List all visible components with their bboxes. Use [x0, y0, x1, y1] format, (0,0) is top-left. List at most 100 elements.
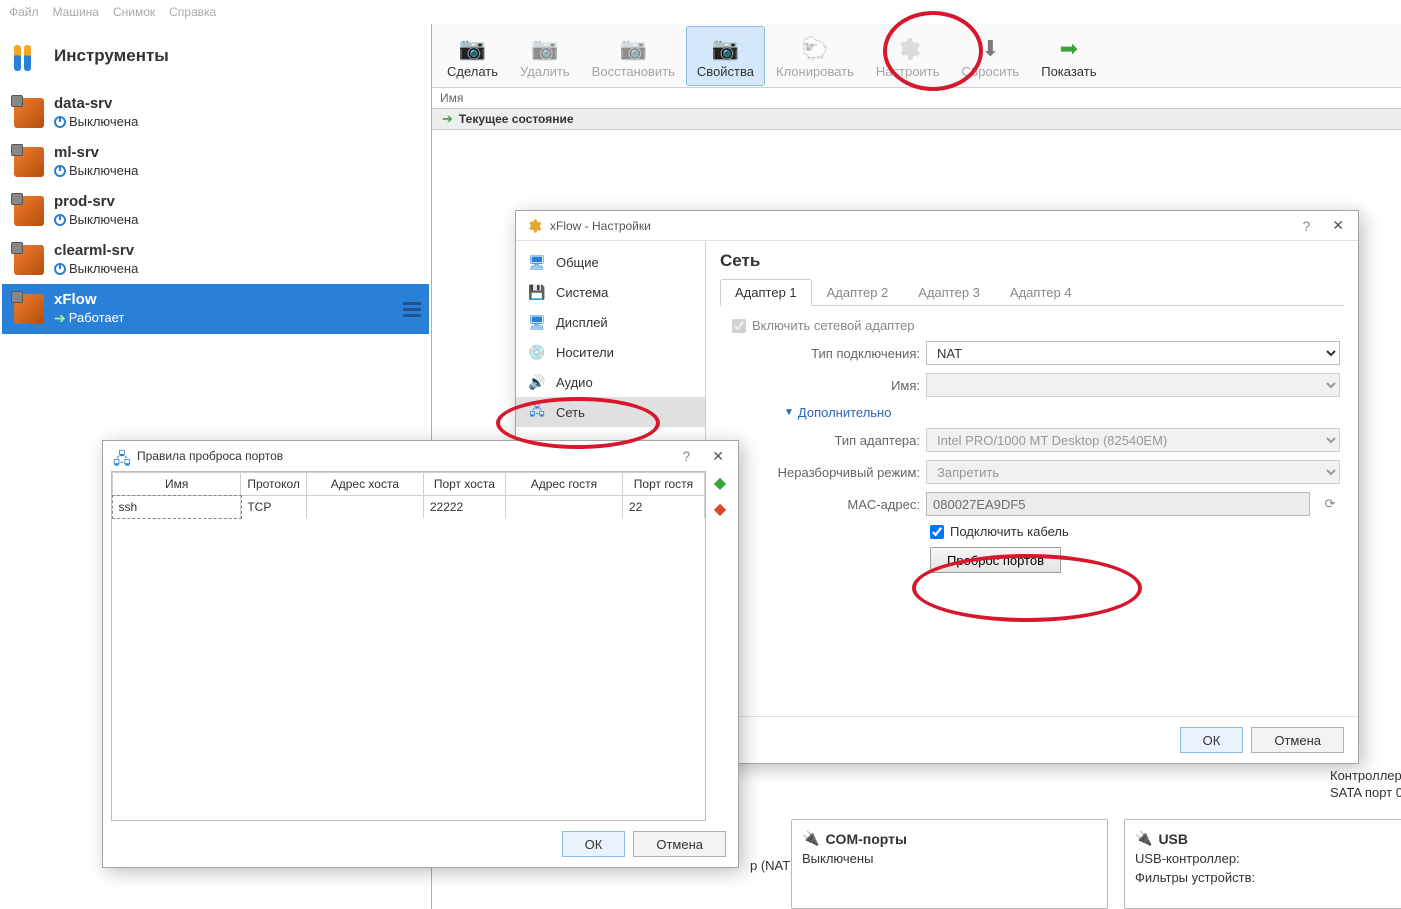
properties-button[interactable]: 📷 Свойства	[686, 26, 765, 86]
toolbar-label: Удалить	[520, 64, 570, 79]
port-forwarding-footer: ОК Отмена	[103, 821, 738, 867]
speaker-icon: 🔊	[528, 373, 546, 391]
vm-item-data-srv[interactable]: data-srv Выключена	[2, 88, 429, 137]
take-snapshot-button[interactable]: 📷 Сделать	[436, 26, 509, 86]
menu-machine[interactable]: Машина	[53, 5, 99, 19]
clone-button[interactable]: 🐑 Клонировать	[765, 26, 865, 86]
menu-file[interactable]: Файл	[9, 5, 39, 19]
menu-bar: Файл Машина Снимок Справка	[0, 0, 1401, 24]
vm-state: Выключена	[69, 114, 138, 130]
vm-state: Работает	[69, 310, 125, 326]
port-forwarding-button[interactable]: Проброс портов	[930, 547, 1061, 573]
running-icon: ➔	[54, 310, 66, 328]
chevron-down-icon: ▼	[784, 407, 794, 418]
toolbar-label: Настроить	[876, 64, 940, 79]
help-button[interactable]: ?	[672, 448, 700, 464]
bg-storage-snippet2: Контроллер: SATA SATA порт 0:	[1330, 768, 1401, 802]
sidebar-header: Инструменты	[0, 24, 431, 88]
monitor-icon: 🖥	[528, 253, 546, 271]
nav-general[interactable]: 🖥Общие	[516, 247, 705, 277]
vm-icon	[14, 98, 44, 128]
delete-snapshot-button[interactable]: 📷 Удалить	[509, 26, 581, 86]
arrow-right-icon: ➔	[442, 111, 453, 127]
gear-icon	[894, 35, 922, 63]
settings-dialog-titlebar[interactable]: xFlow - Настройки ? ✕	[516, 211, 1358, 241]
th-guest-port[interactable]: Порт гостя	[622, 473, 704, 496]
settings-ok-button[interactable]: ОК	[1180, 727, 1244, 753]
settings-cancel-button[interactable]: Отмена	[1251, 727, 1344, 753]
current-state-label: Текущее состояние	[459, 112, 574, 126]
restore-snapshot-button[interactable]: 📷 Восстановить	[581, 26, 686, 86]
power-off-icon	[54, 214, 66, 226]
th-name[interactable]: Имя	[113, 473, 241, 496]
vm-item-prod-srv[interactable]: prod-srv Выключена	[2, 186, 429, 235]
network-icon: 🖧	[113, 448, 129, 464]
pf-cancel-button[interactable]: Отмена	[633, 831, 726, 857]
port-forwarding-table: Имя Протокол Адрес хоста Порт хоста Адре…	[111, 471, 706, 821]
vm-item-ml-srv[interactable]: ml-srv Выключена	[2, 137, 429, 186]
cell-host-port[interactable]: 22222	[423, 496, 505, 519]
nav-audio[interactable]: 🔊Аудио	[516, 367, 705, 397]
promiscuous-select[interactable]: Запретить	[926, 460, 1340, 484]
close-button[interactable]: ✕	[708, 448, 728, 465]
tab-adapter-2[interactable]: Адаптер 2	[812, 279, 904, 306]
port-forwarding-titlebar[interactable]: 🖧 Правила проброса портов ? ✕	[103, 441, 738, 471]
vm-icon	[14, 294, 44, 324]
name-select[interactable]	[926, 373, 1340, 397]
tab-adapter-1[interactable]: Адаптер 1	[720, 279, 812, 306]
attached-select[interactable]: NAT	[926, 341, 1340, 365]
toolbar: 📷 Сделать 📷 Удалить 📷 Восстановить 📷 Сво…	[432, 24, 1401, 88]
settings-toolbar-button[interactable]: Настроить	[865, 26, 951, 86]
th-host-ip[interactable]: Адрес хоста	[306, 473, 423, 496]
sidebar-title: Инструменты	[54, 46, 169, 66]
toolbar-label: Свойства	[697, 64, 754, 79]
vm-item-clearml-srv[interactable]: clearml-srv Выключена	[2, 235, 429, 284]
help-button[interactable]: ?	[1292, 218, 1320, 234]
menu-snapshot[interactable]: Снимок	[113, 5, 155, 19]
enable-adapter-label: Включить сетевой адаптер	[752, 318, 914, 333]
vm-list: data-srv Выключена ml-srv Выключена prod…	[0, 88, 431, 334]
menu-help[interactable]: Справка	[169, 5, 216, 19]
vm-icon	[14, 147, 44, 177]
remove-rule-button[interactable]: ◆	[710, 499, 730, 519]
table-row[interactable]: ssh TCP 22222 22	[113, 496, 705, 519]
card-title: COM-порты	[825, 831, 907, 847]
close-button[interactable]: ✕	[1328, 217, 1348, 234]
cell-proto[interactable]: TCP	[241, 496, 307, 519]
disk-icon: 💿	[528, 343, 546, 361]
discard-button[interactable]: ⬇ Сбросить	[950, 26, 1030, 86]
vm-state: Выключена	[69, 212, 138, 228]
power-off-icon	[54, 263, 66, 275]
enable-adapter-checkbox[interactable]	[732, 319, 746, 333]
cable-checkbox[interactable]	[930, 525, 944, 539]
add-rule-button[interactable]: ◆	[710, 473, 730, 493]
pf-ok-button[interactable]: ОК	[562, 831, 626, 857]
refresh-mac-button[interactable]: ⟳	[1320, 494, 1340, 514]
th-guest-ip[interactable]: Адрес гостя	[505, 473, 622, 496]
cell-guest-port[interactable]: 22	[622, 496, 704, 519]
nav-system[interactable]: 💾Система	[516, 277, 705, 307]
nav-storage[interactable]: 💿Носители	[516, 337, 705, 367]
show-button[interactable]: ➡ Показать	[1030, 26, 1107, 86]
advanced-label: Дополнительно	[798, 405, 892, 420]
cell-guest-ip[interactable]	[505, 496, 622, 519]
cell-host-ip[interactable]	[306, 496, 423, 519]
th-host-port[interactable]: Порт хоста	[423, 473, 505, 496]
tab-adapter-3[interactable]: Адаптер 3	[903, 279, 995, 306]
advanced-toggle[interactable]: ▼ Дополнительно	[724, 405, 1340, 420]
toolbar-label: Сделать	[447, 64, 498, 79]
nav-display[interactable]: 🖥Дисплей	[516, 307, 705, 337]
vm-state: Выключена	[69, 261, 138, 277]
vm-item-xflow[interactable]: xFlow ➔Работает	[2, 284, 429, 334]
nav-network[interactable]: 🖧Сеть	[516, 397, 705, 427]
vm-context-menu-button[interactable]	[401, 298, 423, 320]
vm-name: prod-srv	[54, 193, 138, 212]
mac-input[interactable]	[926, 492, 1310, 516]
vm-name: xFlow	[54, 291, 124, 310]
th-proto[interactable]: Протокол	[241, 473, 307, 496]
arrow-down-icon: ⬇	[976, 35, 1004, 63]
tab-adapter-4[interactable]: Адаптер 4	[995, 279, 1087, 306]
current-state-row[interactable]: ➔ Текущее состояние	[432, 108, 1401, 130]
cell-name[interactable]: ssh	[113, 496, 241, 519]
adapter-type-select[interactable]: Intel PRO/1000 MT Desktop (82540EM)	[926, 428, 1340, 452]
